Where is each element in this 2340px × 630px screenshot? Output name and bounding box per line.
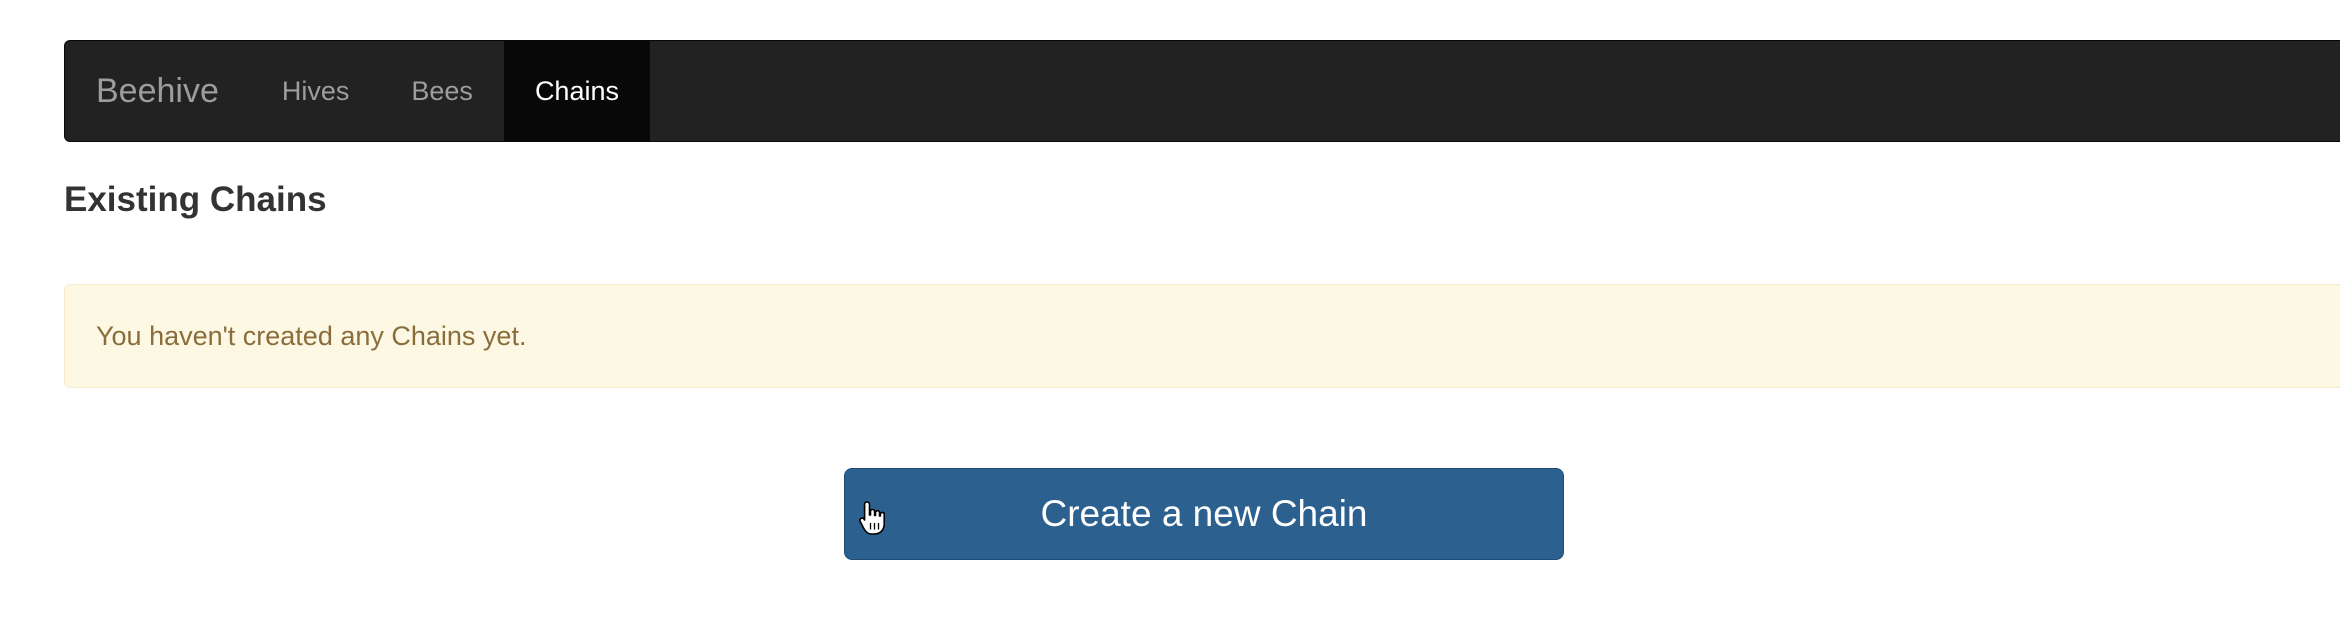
nav-item-hives[interactable]: Hives (251, 41, 381, 141)
navbar: Beehive Hives Bees Chains (64, 40, 2340, 142)
empty-state-alert: You haven't created any Chains yet. (64, 284, 2340, 388)
page-title: Existing Chains (64, 180, 327, 219)
brand-link[interactable]: Beehive (65, 41, 251, 141)
nav-item-chains[interactable]: Chains (503, 41, 650, 141)
alert-text: You haven't created any Chains yet. (96, 320, 527, 351)
nav-item-bees[interactable]: Bees (380, 41, 504, 141)
create-chain-button[interactable]: Create a new Chain (844, 468, 1564, 560)
